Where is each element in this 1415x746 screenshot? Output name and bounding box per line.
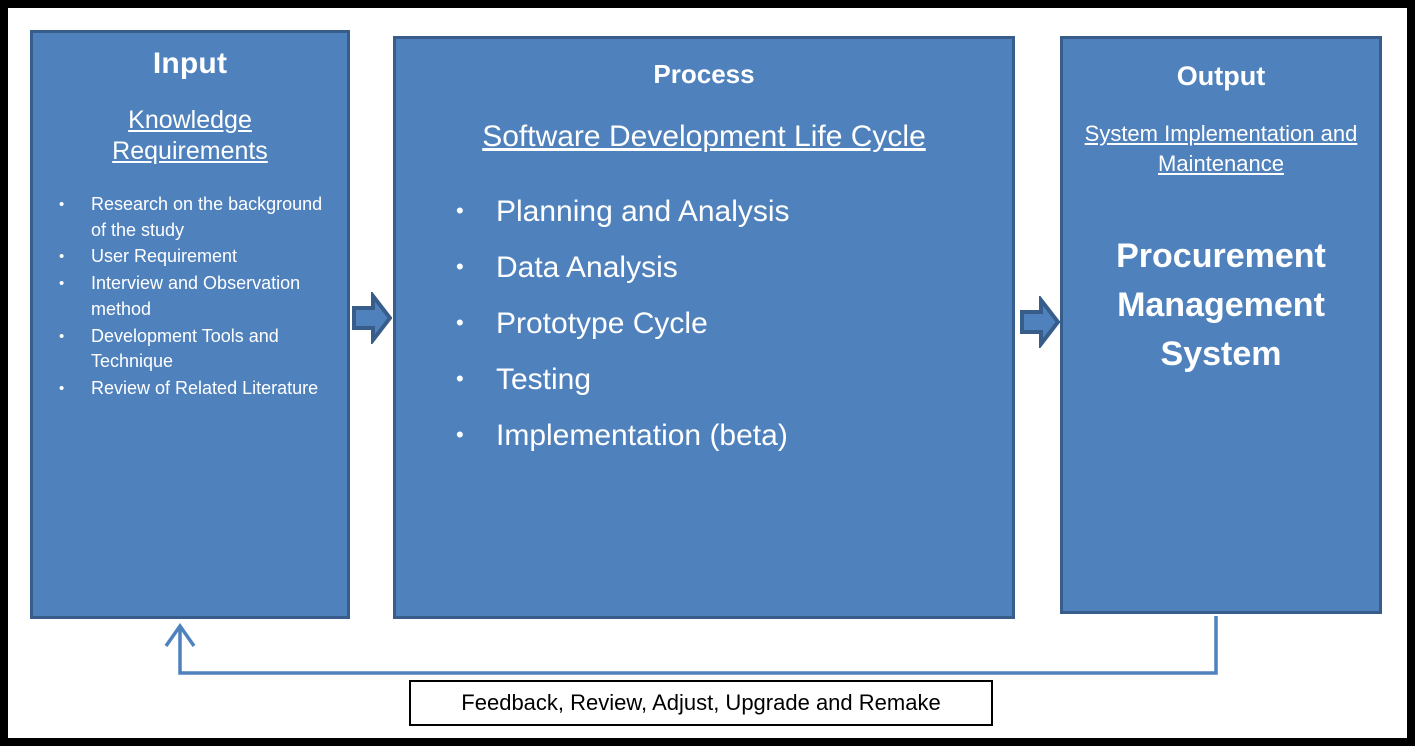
bullet-icon: • [456,197,464,223]
arrow-input-to-process-icon [352,292,392,344]
list-item: • Data Analysis [450,248,1012,287]
list-item: • Research on the background of the stud… [53,192,341,243]
output-system-name: Procurement Management System [1116,236,1326,374]
output-box-title: Output [1176,61,1266,91]
list-item-label: Development Tools and Technique [91,325,279,372]
input-box: Input Knowledge Requirements • Research … [30,30,350,619]
bullet-icon: • [59,275,65,293]
input-box-subtitle: Knowledge Requirements [112,106,268,165]
process-bullet-list: • Planning and Analysis • Data Analysis … [396,192,1012,455]
list-item: • Review of Related Literature [53,376,341,402]
list-item: • Testing [450,360,1012,399]
list-item-label: Prototype Cycle [496,306,708,340]
list-item-label: Interview and Observation method [91,273,301,319]
diagram-frame: Input Knowledge Requirements • Research … [0,0,1415,746]
arrow-process-to-output-icon [1020,296,1060,348]
list-item: • Interview and Observation method [53,271,341,322]
process-box-title: Process [653,59,755,89]
output-box-subtitle: System Implementation and Maintenance [1084,121,1358,177]
process-box: Process Software Development Life Cycle … [393,36,1015,619]
bullet-icon: • [456,309,464,335]
bullet-icon: • [59,248,65,266]
bullet-icon: • [59,327,65,345]
list-item: • User Requirement [53,244,341,270]
bullet-icon: • [456,253,464,279]
feedback-label-text: Feedback, Review, Adjust, Upgrade and Re… [461,690,941,715]
bullet-icon: • [456,365,464,391]
bullet-icon: • [59,380,65,398]
bullet-icon: • [59,196,65,213]
list-item: • Development Tools and Technique [53,324,341,375]
list-item: • Implementation (beta) [450,416,1012,455]
input-bullet-list: • Research on the background of the stud… [33,192,347,402]
output-box: Output System Implementation and Mainten… [1060,36,1382,614]
feedback-label-box: Feedback, Review, Adjust, Upgrade and Re… [409,680,993,726]
list-item: • Planning and Analysis [450,192,1012,231]
process-box-subtitle: Software Development Life Cycle [482,120,926,153]
feedback-loop-arrow-icon [158,616,1233,686]
list-item-label: Research on the background of the study [91,194,323,240]
list-item-label: Planning and Analysis [496,194,790,228]
bullet-icon: • [456,421,464,447]
input-box-title: Input [152,47,228,80]
list-item: • Prototype Cycle [450,304,1012,343]
list-item-label: User Requirement [91,246,238,267]
list-item-label: Testing [496,362,592,396]
list-item-label: Implementation (beta) [496,418,788,452]
list-item-label: Review of Related Literature [91,378,319,399]
list-item-label: Data Analysis [496,250,678,284]
